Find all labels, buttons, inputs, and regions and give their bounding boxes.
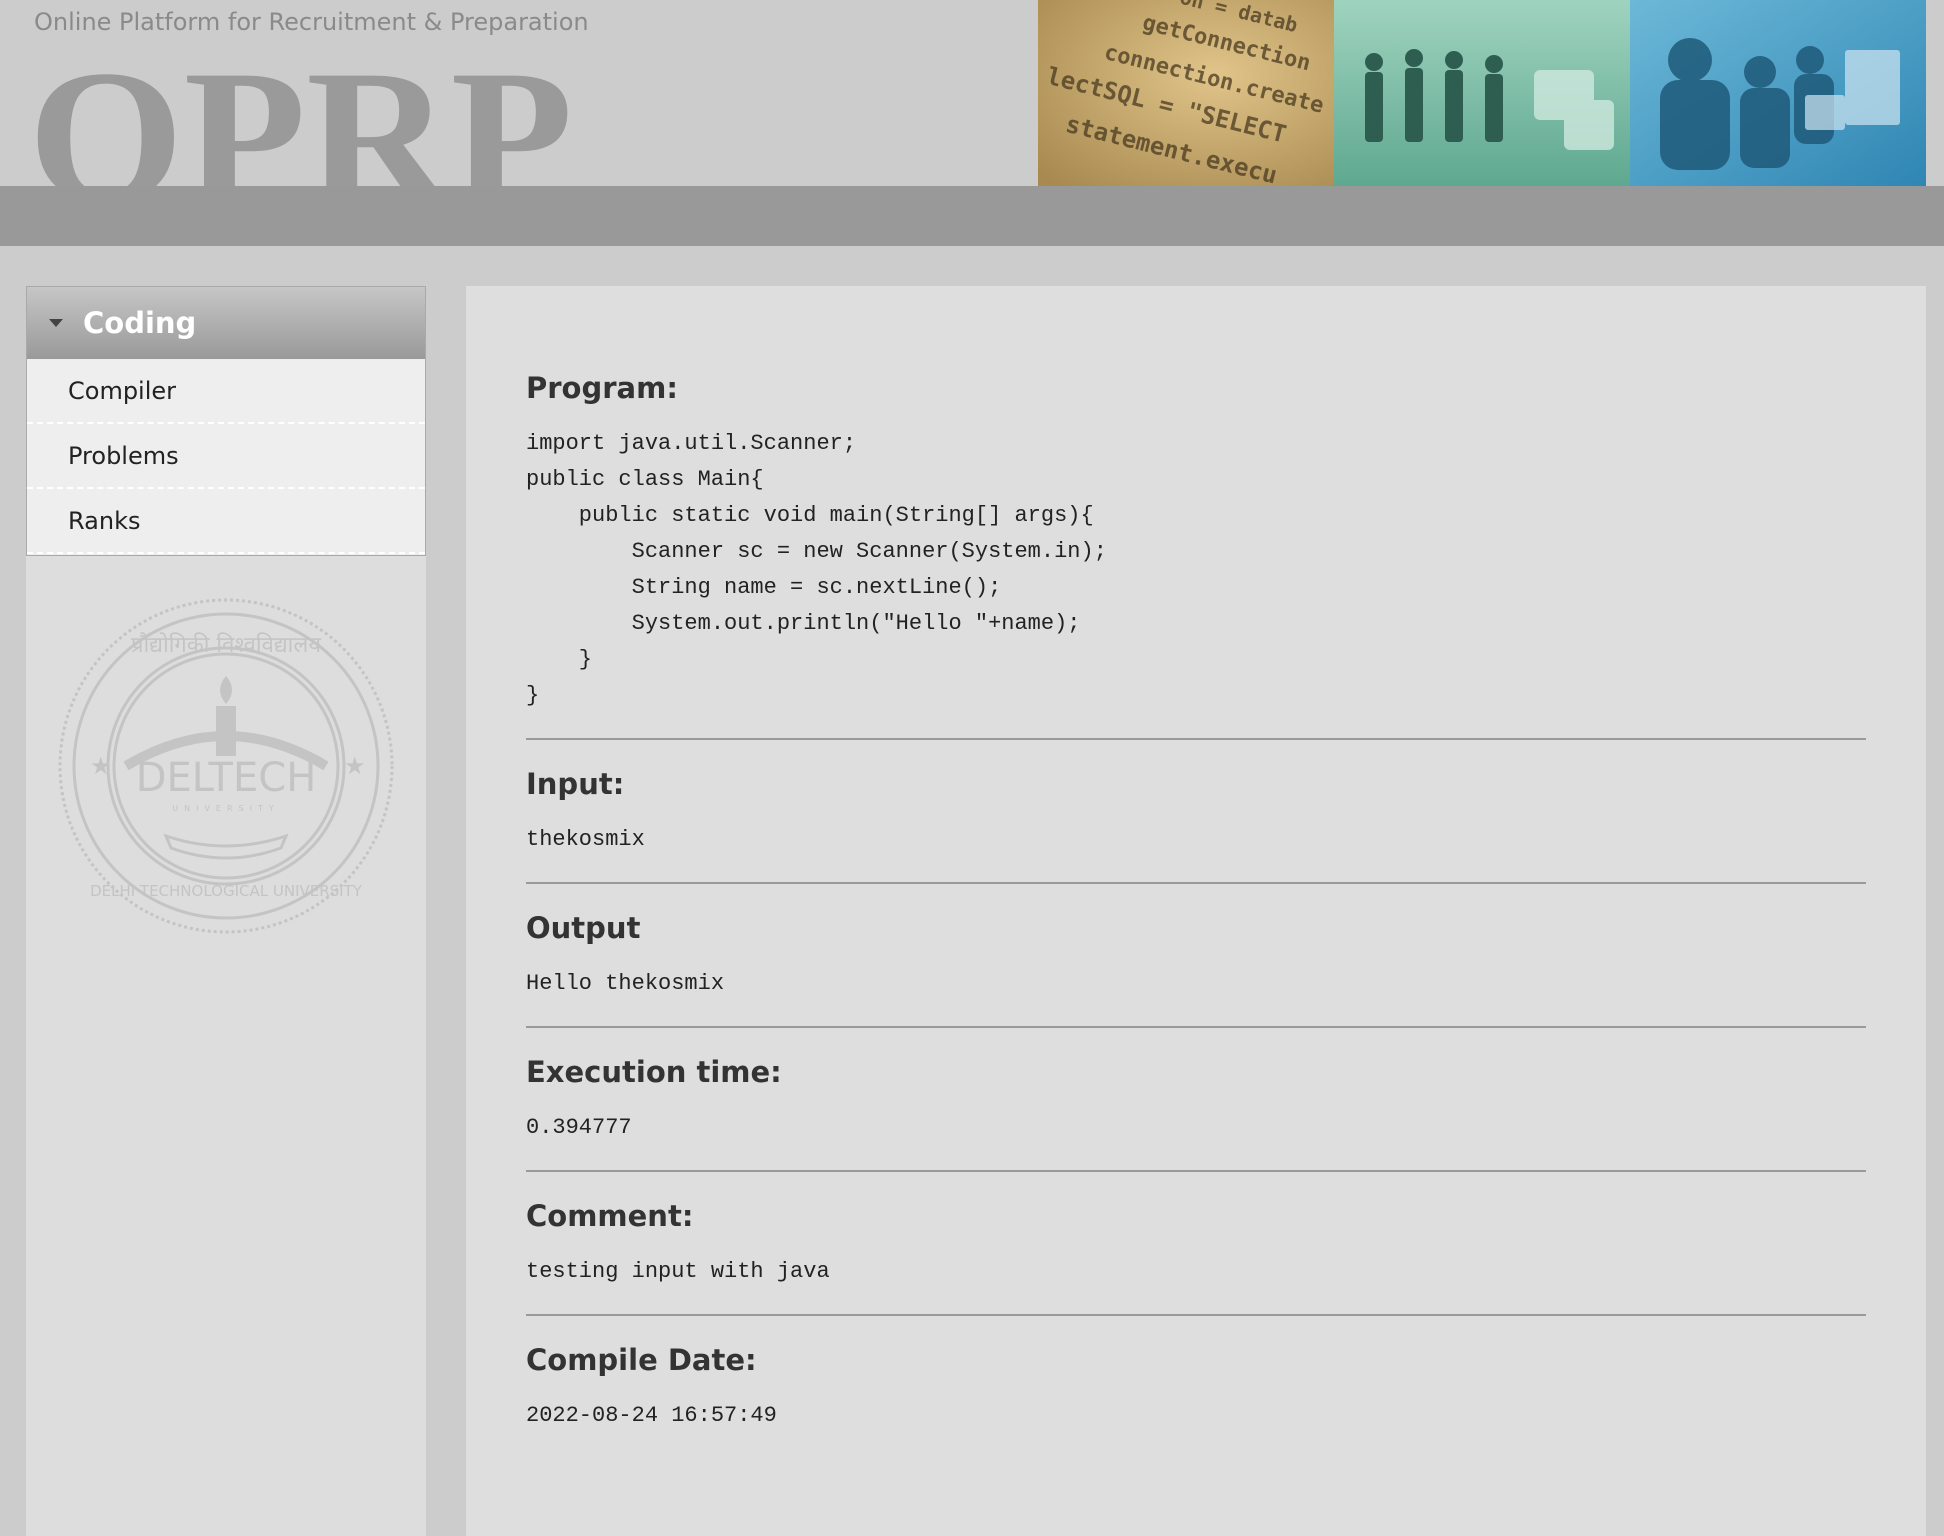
program-heading: Program: bbox=[526, 371, 678, 405]
site-header: Online Platform for Recruitment & Prepar… bbox=[0, 0, 1944, 186]
university-seal: प्रौद्योगिकी विश्वविद्यालय DELTECH UNIVE… bbox=[56, 596, 396, 936]
sidebar: Coding Compiler Problems Ranks प्रौद्योग… bbox=[26, 286, 426, 1536]
nav-bar bbox=[0, 186, 1944, 246]
result-content: Program: import java.util.Scanner; publi… bbox=[526, 370, 1866, 1434]
divider bbox=[526, 1170, 1866, 1172]
divider bbox=[526, 738, 1866, 740]
sidebar-item-ranks[interactable]: Ranks bbox=[27, 489, 425, 554]
coding-menu: Coding Compiler Problems Ranks bbox=[26, 286, 426, 556]
seal-ring-text: DELHI TECHNOLOGICAL UNIVERSITY bbox=[90, 882, 363, 900]
banner-team-image bbox=[1334, 0, 1630, 186]
banner-office-image bbox=[1630, 0, 1926, 186]
execution-time-value: 0.394777 bbox=[526, 1115, 632, 1140]
seal-hindi-text: प्रौद्योगिकी विश्वविद्यालय bbox=[131, 632, 322, 658]
execution-time-heading: Execution time: bbox=[526, 1055, 782, 1089]
seal-center-text: DELTECH bbox=[136, 755, 317, 801]
header-banner: on = datab getConnection connection.crea… bbox=[1038, 0, 1926, 186]
comment-value: testing input with java bbox=[526, 1259, 830, 1284]
banner-code-image: on = datab getConnection connection.crea… bbox=[1038, 0, 1334, 186]
svg-text:★: ★ bbox=[90, 752, 112, 780]
comment-heading: Comment: bbox=[526, 1199, 694, 1233]
divider bbox=[526, 1026, 1866, 1028]
sidebar-item-problems[interactable]: Problems bbox=[27, 424, 425, 489]
divider bbox=[526, 1314, 1866, 1316]
program-code: import java.util.Scanner; public class M… bbox=[526, 431, 1107, 708]
site-tagline: Online Platform for Recruitment & Prepar… bbox=[34, 8, 589, 36]
compile-date-value: 2022-08-24 16:57:49 bbox=[526, 1403, 777, 1428]
divider bbox=[526, 882, 1866, 884]
output-value: Hello thekosmix bbox=[526, 971, 725, 996]
input-value: thekosmix bbox=[526, 827, 645, 852]
logo-text: OPRP bbox=[28, 50, 573, 186]
output-heading: Output bbox=[526, 911, 641, 945]
caret-down-icon bbox=[49, 318, 63, 327]
svg-text:★: ★ bbox=[344, 752, 366, 780]
main-panel: Program: import java.util.Scanner; publi… bbox=[466, 286, 1926, 1536]
input-heading: Input: bbox=[526, 767, 625, 801]
sidebar-item-compiler[interactable]: Compiler bbox=[27, 359, 425, 424]
site-logo[interactable]: OPRP bbox=[28, 50, 588, 186]
coding-menu-header[interactable]: Coding bbox=[27, 287, 425, 359]
compile-date-heading: Compile Date: bbox=[526, 1343, 757, 1377]
coding-menu-title: Coding bbox=[83, 305, 197, 340]
seal-sub-text: UNIVERSITY bbox=[172, 804, 280, 813]
